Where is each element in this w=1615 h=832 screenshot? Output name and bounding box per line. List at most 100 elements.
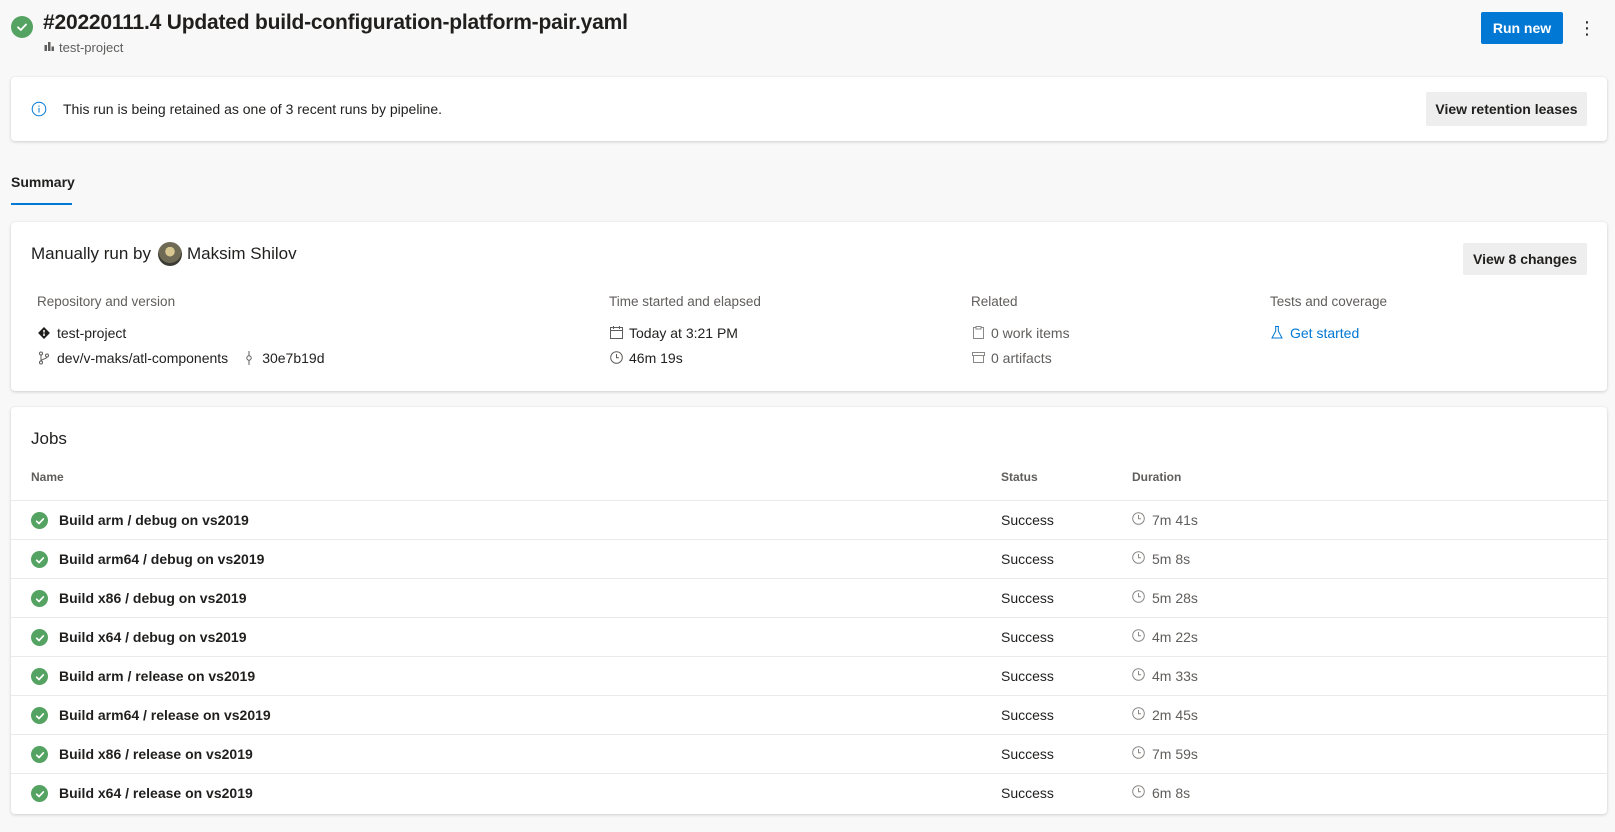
- column-name: Name: [31, 470, 64, 484]
- job-status: Success: [1001, 590, 1054, 606]
- success-check-icon: [31, 551, 48, 568]
- time-started: Today at 3:21 PM: [629, 324, 738, 341]
- clock-icon: [1132, 512, 1145, 528]
- job-status: Success: [1001, 746, 1054, 762]
- clock-icon: [609, 351, 623, 365]
- job-duration-value: 7m 59s: [1152, 746, 1198, 762]
- tab-selected-indicator: [11, 203, 72, 205]
- job-duration: 4m 22s: [1132, 629, 1198, 645]
- table-row[interactable]: Build arm64 / release on vs2019 Success 2m…: [11, 695, 1607, 734]
- job-duration-value: 5m 8s: [1152, 551, 1191, 567]
- repository-label: Repository and version: [37, 294, 176, 309]
- summary-card: Manually run by Maksim Shilov View 8 cha…: [11, 222, 1607, 391]
- success-check-icon: [31, 707, 48, 724]
- table-row[interactable]: Build x64 / release on vs2019 Success 6m 8…: [11, 773, 1607, 812]
- user-name[interactable]: Maksim Shilov: [187, 244, 297, 264]
- job-status: Success: [1001, 512, 1054, 528]
- job-status: Success: [1001, 785, 1054, 801]
- repository-section: Repository and version test-project dev/…: [37, 294, 324, 370]
- table-row[interactable]: Build arm / release on vs2019 Success 4m 3…: [11, 656, 1607, 695]
- project-name[interactable]: test-project: [59, 40, 123, 55]
- table-row[interactable]: Build x86 / debug on vs2019 Success 5m 28s: [11, 578, 1607, 617]
- work-items-count[interactable]: 0 work items: [991, 325, 1070, 341]
- clock-icon: [1132, 707, 1145, 723]
- job-status: Success: [1001, 668, 1054, 684]
- artifact-icon: [971, 351, 985, 365]
- job-status: Success: [1001, 707, 1054, 723]
- run-header: #20220111.4 Updated build-configuration-…: [0, 0, 1615, 70]
- run-trigger: Manually run by Maksim Shilov: [31, 242, 297, 266]
- jobs-table-header: Name Status Duration: [11, 470, 1607, 490]
- run-new-button[interactable]: Run new: [1481, 12, 1563, 44]
- branch-row: dev/v-maks/atl-components 30e7b19d: [37, 345, 324, 370]
- job-duration: 5m 8s: [1132, 551, 1190, 567]
- job-status: Success: [1001, 629, 1054, 645]
- calendar-icon: [609, 326, 623, 340]
- column-status: Status: [1001, 470, 1038, 484]
- job-duration: 6m 8s: [1132, 785, 1190, 801]
- clock-icon: [1132, 785, 1145, 801]
- info-icon: [31, 101, 47, 122]
- job-name[interactable]: Build x64 / debug on vs2019: [59, 629, 247, 645]
- clock-icon: [1132, 746, 1145, 762]
- work-items-row[interactable]: 0 work items: [971, 320, 1070, 345]
- job-duration: 4m 33s: [1132, 668, 1198, 684]
- clock-icon: [1132, 590, 1145, 606]
- success-check-icon: [11, 16, 33, 38]
- branch-icon: [37, 351, 51, 365]
- job-name[interactable]: Build x64 / release on vs2019: [59, 785, 253, 801]
- retention-message: This run is being retained as one of 3 r…: [63, 101, 443, 117]
- tests-label: Tests and coverage: [1270, 294, 1388, 309]
- jobs-card: Jobs Name Status Duration Build arm / de…: [11, 407, 1607, 814]
- branch-name[interactable]: dev/v-maks/atl-components: [57, 350, 228, 366]
- job-name[interactable]: Build arm / debug on vs2019: [59, 512, 249, 528]
- job-duration: 2m 45s: [1132, 707, 1198, 723]
- job-name[interactable]: Build x86 / release on vs2019: [59, 746, 253, 762]
- repository-name[interactable]: test-project: [57, 325, 126, 341]
- tests-section: Tests and coverage Get started: [1270, 294, 1387, 345]
- success-check-icon: [31, 785, 48, 802]
- commit-hash[interactable]: 30e7b19d: [262, 350, 324, 366]
- job-duration-value: 4m 22s: [1152, 629, 1198, 645]
- repository-row: test-project: [37, 320, 324, 345]
- table-row[interactable]: Build arm64 / debug on vs2019 Success 5m 8…: [11, 539, 1607, 578]
- elapsed-time: 46m 19s: [629, 349, 683, 366]
- job-duration: 7m 59s: [1132, 746, 1198, 762]
- view-retention-leases-button[interactable]: View retention leases: [1426, 92, 1587, 126]
- elapsed-row: 46m 19s: [609, 345, 761, 370]
- tab-summary[interactable]: Summary: [11, 174, 75, 190]
- clock-icon: [1132, 629, 1145, 645]
- table-row[interactable]: Build x86 / release on vs2019 Success 7m 5…: [11, 734, 1607, 773]
- job-name[interactable]: Build arm64 / release on vs2019: [59, 707, 271, 723]
- job-name[interactable]: Build arm64 / debug on vs2019: [59, 551, 264, 567]
- more-options-icon[interactable]: ⋮: [1575, 14, 1599, 42]
- success-check-icon: [31, 629, 48, 646]
- get-started-link[interactable]: Get started: [1290, 325, 1359, 341]
- success-check-icon: [31, 668, 48, 685]
- artifacts-row[interactable]: 0 artifacts: [971, 345, 1070, 370]
- page-title: #20220111.4 Updated build-configuration-…: [43, 11, 628, 34]
- job-name[interactable]: Build arm / release on vs2019: [59, 668, 255, 684]
- tests-row[interactable]: Get started: [1270, 320, 1387, 345]
- job-duration: 7m 41s: [1132, 512, 1198, 528]
- success-check-icon: [31, 512, 48, 529]
- retention-banner: This run is being retained as one of 3 r…: [11, 77, 1607, 141]
- job-duration-value: 4m 33s: [1152, 668, 1198, 684]
- project-breadcrumb[interactable]: test-project: [44, 40, 123, 55]
- job-duration: 5m 28s: [1132, 590, 1198, 606]
- artifacts-count[interactable]: 0 artifacts: [991, 350, 1052, 366]
- success-check-icon: [31, 590, 48, 607]
- avatar[interactable]: [158, 242, 183, 266]
- job-duration-value: 7m 41s: [1152, 512, 1198, 528]
- clipboard-icon: [971, 326, 985, 340]
- table-row[interactable]: Build x64 / debug on vs2019 Success 4m 22s: [11, 617, 1607, 656]
- job-status: Success: [1001, 551, 1054, 567]
- view-changes-button[interactable]: View 8 changes: [1463, 243, 1587, 275]
- table-row[interactable]: Build arm / debug on vs2019 Success 7m 41s: [11, 500, 1607, 539]
- job-name[interactable]: Build x86 / debug on vs2019: [59, 590, 247, 606]
- time-label: Time started and elapsed: [609, 294, 761, 309]
- job-duration-value: 5m 28s: [1152, 590, 1198, 606]
- pipeline-icon: [44, 40, 55, 55]
- time-started-row: Today at 3:21 PM: [609, 320, 761, 345]
- related-section: Related 0 work items 0 artifacts: [971, 294, 1070, 370]
